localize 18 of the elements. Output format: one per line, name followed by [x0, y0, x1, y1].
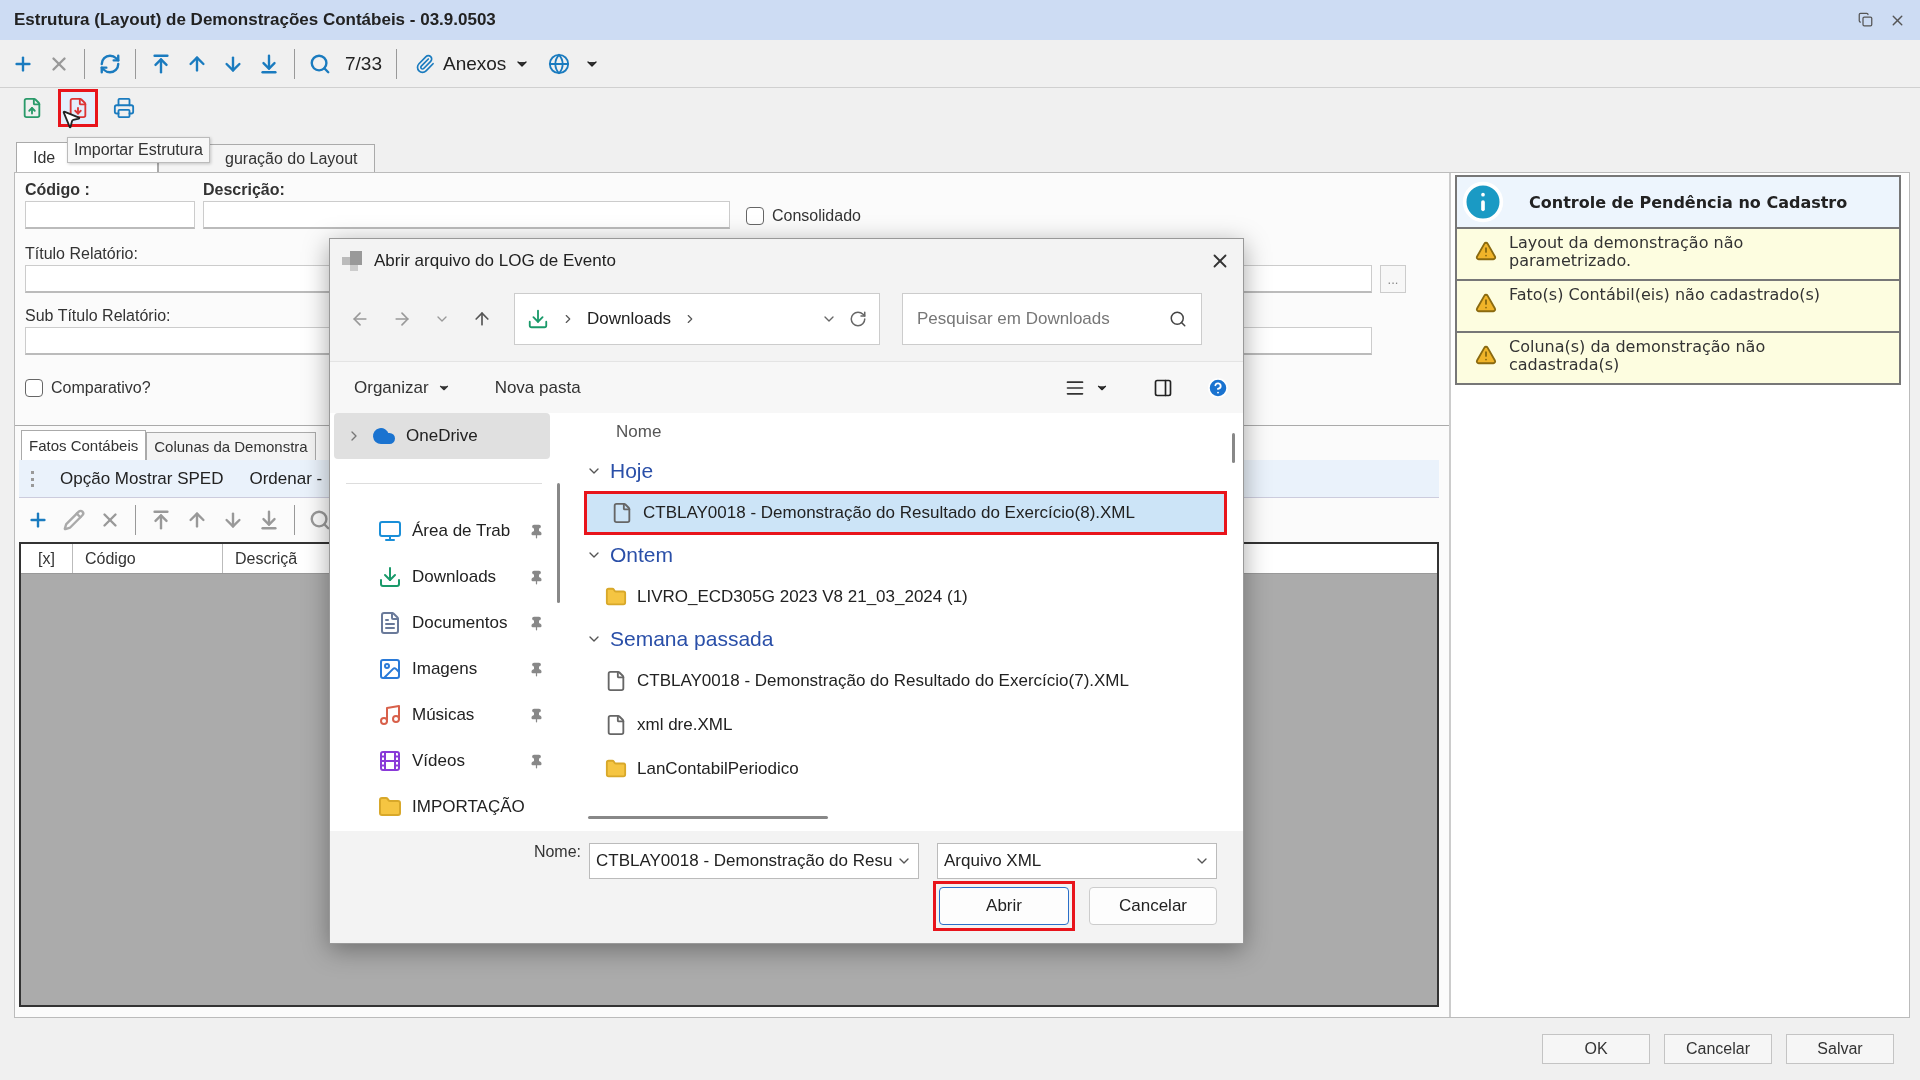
field-label: Nome: [533, 843, 581, 861]
panel-title: Controle de Pendência no Cadastro [1529, 192, 1848, 212]
field-label: Sub Título Relatório: [25, 307, 171, 325]
record-counter: 7/33 [345, 52, 382, 75]
group-header: Hoje [610, 459, 654, 483]
pending-item: Coluna(s) da demonstração não cadastrada(s) [1509, 338, 1767, 374]
pending-item: Fato(s) Contábil(eis) não cadastrado(s) [1509, 286, 1821, 304]
group-header: Semana passada [610, 627, 774, 651]
field-label: Descrição: [203, 181, 285, 199]
field-label: Código : [25, 181, 90, 199]
checkbox-label: Comparativo? [51, 379, 151, 397]
dialog-title: Abrir arquivo do LOG de Evento [374, 251, 617, 271]
group-header: Ontem [610, 543, 674, 567]
tooltip: Importar Estrutura [67, 137, 210, 163]
window-title: Estrutura (Layout) de Demonstrações Contábeis - 03.9.0503 [14, 10, 496, 30]
checkbox-label: Consolidado [772, 207, 861, 225]
pending-item: Layout da demonstração não parametrizado. [1509, 234, 1745, 270]
field-label: Título Relatório: [25, 245, 138, 263]
